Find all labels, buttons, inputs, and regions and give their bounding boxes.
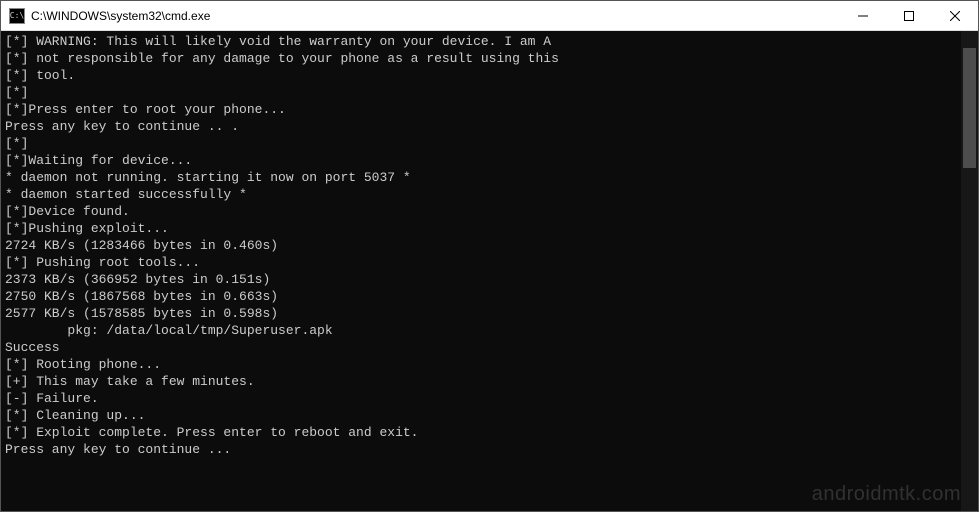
minimize-button[interactable] xyxy=(840,1,886,30)
scrollbar-thumb[interactable] xyxy=(963,48,976,168)
minimize-icon xyxy=(858,11,868,21)
close-button[interactable] xyxy=(932,1,978,30)
cmd-window: C:\ C:\WINDOWS\system32\cmd.exe [*] WARN… xyxy=(0,0,979,512)
terminal-area: [*] WARNING: This will likely void the w… xyxy=(1,31,978,511)
close-icon xyxy=(950,11,960,21)
vertical-scrollbar[interactable] xyxy=(961,31,978,511)
terminal-output[interactable]: [*] WARNING: This will likely void the w… xyxy=(1,31,961,511)
window-controls xyxy=(840,1,978,30)
maximize-icon xyxy=(904,11,914,21)
titlebar[interactable]: C:\ C:\WINDOWS\system32\cmd.exe xyxy=(1,1,978,31)
window-title: C:\WINDOWS\system32\cmd.exe xyxy=(31,9,840,23)
maximize-button[interactable] xyxy=(886,1,932,30)
cmd-icon: C:\ xyxy=(9,8,25,24)
